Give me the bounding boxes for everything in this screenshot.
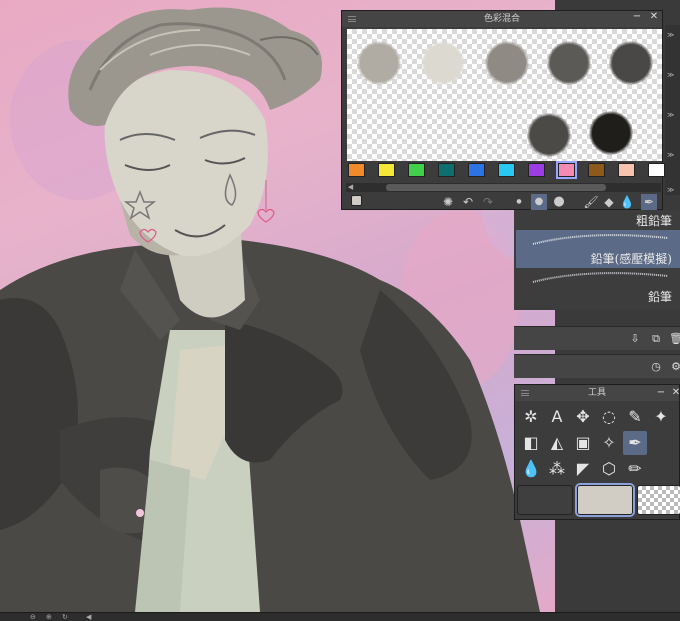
drag-grip-icon[interactable] [348, 16, 356, 22]
minimize-button[interactable]: − [631, 10, 643, 24]
spinner-icon[interactable]: ✺ [440, 194, 456, 210]
redo-icon[interactable]: ↷ [480, 194, 496, 210]
star-sparkle-icon[interactable]: ✧ [597, 431, 621, 455]
color-swatch[interactable] [468, 163, 485, 177]
side-tab-strip: ≫ ≫ ≫ ≫ ≫ [665, 25, 680, 195]
color-swatch[interactable] [648, 163, 665, 177]
eraser-icon[interactable]: ◧ [519, 431, 543, 455]
side-tab[interactable]: ≫ [667, 185, 678, 195]
pencil-icon[interactable]: ✏ [623, 457, 647, 481]
color-swatch[interactable] [498, 163, 515, 177]
gradient-icon[interactable]: ▣ [571, 431, 595, 455]
color-mix-toolbar: ✺ ↶ ↷ ● ● ● 🖌 ◆ 💧 ✒ [345, 194, 663, 210]
main-color-well[interactable] [517, 485, 573, 515]
dot-medium-icon[interactable]: ● [531, 194, 547, 210]
trash-icon[interactable]: 🗑 [668, 331, 680, 347]
drag-grip-icon[interactable] [521, 390, 529, 396]
brush-item-pencil[interactable]: 鉛筆 [516, 268, 680, 308]
color-swatch[interactable] [438, 163, 455, 177]
fill-icon[interactable]: ◭ [545, 431, 569, 455]
brush-settings-bar: ◷ ⚙ [514, 354, 680, 378]
app-window: 色彩混合 ◀ ✺ ↶ ↷ ● ● ● 🖌 ◆ 💧 ✒ − ✕ ≫ ≫ ≫ ≫ ≫… [0, 0, 680, 621]
color-swatch[interactable] [618, 163, 635, 177]
brush-stroke-preview [532, 234, 669, 245]
scroll-thumb[interactable] [386, 184, 606, 191]
scroll-left-icon[interactable]: ◀ [86, 613, 96, 621]
blend-icon[interactable]: ◆ [601, 194, 617, 210]
scroll-left-icon[interactable]: ◀ [346, 183, 355, 192]
sub-color-well[interactable] [575, 483, 635, 517]
lasso-icon[interactable]: ◌ [597, 405, 621, 429]
status-bar: ⊖ ⊕ ↻ ◀ [0, 612, 680, 621]
tool-panel: 工具 − ✕ ✲ A ✥ ◌ ✎ ✦ ◧ ◭ ▣ ✧ ✒ 💧 ⁂ ◤ ⬡ ✏ [514, 384, 680, 520]
brush-label: 鉛筆(感壓模擬) [590, 252, 672, 266]
side-tab[interactable]: ≫ [667, 110, 678, 120]
brush-item-pencil-pressure[interactable]: 鉛筆(感壓模擬) [516, 230, 680, 268]
mix-color-blob[interactable] [609, 41, 653, 85]
tool-panel-title-bar[interactable]: 工具 − ✕ [515, 385, 680, 401]
text-icon[interactable]: A [545, 405, 569, 429]
brush-icon[interactable]: 🖌 [583, 194, 599, 210]
sparkle-icon[interactable]: ✦ [649, 405, 673, 429]
color-swatch[interactable] [408, 163, 425, 177]
rotate-icon[interactable]: ↻ [62, 613, 72, 621]
settings-icon[interactable]: ⚙ [668, 359, 680, 375]
side-tab[interactable]: ≫ [667, 150, 678, 160]
dot-large-icon[interactable]: ● [551, 194, 567, 210]
mix-color-blob[interactable] [357, 41, 401, 85]
side-tab[interactable]: ≫ [667, 30, 678, 40]
small-color-chip[interactable] [348, 194, 364, 210]
color-swatch[interactable] [556, 161, 577, 179]
ruler-icon[interactable]: ◤ [571, 457, 595, 481]
color-mix-title: 色彩混合 [483, 14, 520, 24]
droplet-icon[interactable]: 💧 [519, 457, 543, 481]
side-tab[interactable]: ≫ [667, 70, 678, 80]
brush-action-bar: ⇩ ⧉ 🗑 [514, 326, 680, 350]
color-mix-panel: 色彩混合 ◀ ✺ ↶ ↷ ● ● ● 🖌 ◆ 💧 ✒ [341, 10, 665, 210]
mix-color-blob[interactable] [547, 41, 591, 85]
timer-icon[interactable]: ◷ [648, 359, 664, 375]
mix-color-blob[interactable] [421, 41, 465, 85]
color-wells [517, 483, 680, 517]
color-swatch[interactable] [378, 163, 395, 177]
mix-color-blob[interactable] [527, 113, 571, 157]
color-mix-title-bar[interactable]: 色彩混合 [342, 11, 662, 27]
color-swatch[interactable] [528, 163, 545, 177]
brush-label: 鉛筆 [647, 290, 672, 304]
mix-color-blob[interactable] [589, 111, 633, 155]
color-swatch-row [345, 161, 665, 179]
color-swatch[interactable] [588, 163, 605, 177]
cube-icon[interactable]: ⬡ [597, 457, 621, 481]
brush-stroke-preview [532, 272, 669, 283]
mix-color-blob[interactable] [485, 41, 529, 85]
tool-panel-title: 工具 [587, 388, 606, 398]
move-icon[interactable]: ✥ [571, 405, 595, 429]
color-swatch[interactable] [348, 163, 365, 177]
pen-tool-icon[interactable]: ✒ [641, 194, 657, 210]
brush-list-panel: 粗鉛筆 鉛筆(感壓模擬) 鉛筆 [514, 210, 680, 310]
minimize-button[interactable]: − [655, 386, 667, 400]
dot-small-icon[interactable]: ● [511, 194, 527, 210]
transparent-color-well[interactable] [637, 485, 680, 515]
close-button[interactable]: ✕ [648, 10, 660, 24]
export-icon[interactable]: ⇩ [627, 331, 643, 347]
swatch-scrollbar[interactable]: ◀ [346, 183, 661, 192]
color-mix-canvas[interactable] [347, 29, 662, 161]
brush-label: 粗鉛筆 [635, 214, 672, 228]
pen-nib-icon[interactable]: ✎ [623, 405, 647, 429]
spray-icon[interactable]: ⁂ [545, 457, 569, 481]
magic-wand-icon[interactable]: ✲ [519, 405, 543, 429]
zoom-out-icon[interactable]: ⊖ [30, 613, 40, 621]
brush-active-icon[interactable]: ✒ [623, 431, 647, 455]
undo-icon[interactable]: ↶ [460, 194, 476, 210]
zoom-in-icon[interactable]: ⊕ [46, 613, 56, 621]
close-button[interactable]: ✕ [670, 386, 680, 400]
duplicate-icon[interactable]: ⧉ [648, 331, 664, 347]
water-drop-icon[interactable]: 💧 [619, 194, 635, 210]
